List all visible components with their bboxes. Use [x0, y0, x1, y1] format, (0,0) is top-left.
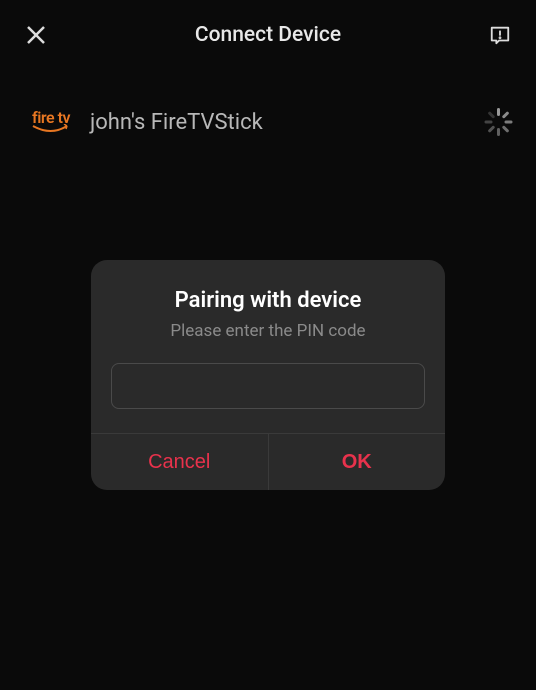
modal-button-row: Cancel OK	[91, 433, 445, 490]
page-title: Connect Device	[195, 23, 341, 47]
device-list-item[interactable]: fire tv john's FireTVStick	[0, 90, 536, 154]
close-icon[interactable]	[24, 23, 48, 47]
firetv-logo: fire tv	[24, 110, 78, 134]
modal-body: Pairing with device Please enter the PIN…	[91, 260, 445, 433]
ok-button[interactable]: OK	[269, 434, 446, 490]
report-icon[interactable]	[488, 23, 512, 47]
loading-spinner-icon	[484, 108, 512, 136]
modal-subtitle: Please enter the PIN code	[111, 321, 425, 341]
pairing-modal: Pairing with device Please enter the PIN…	[91, 260, 445, 490]
modal-title: Pairing with device	[111, 288, 425, 313]
pin-input[interactable]	[111, 363, 425, 409]
cancel-button[interactable]: Cancel	[91, 434, 269, 490]
header-bar: Connect Device	[0, 0, 536, 70]
smile-icon	[31, 124, 71, 134]
device-name-label: john's FireTVStick	[90, 110, 484, 135]
